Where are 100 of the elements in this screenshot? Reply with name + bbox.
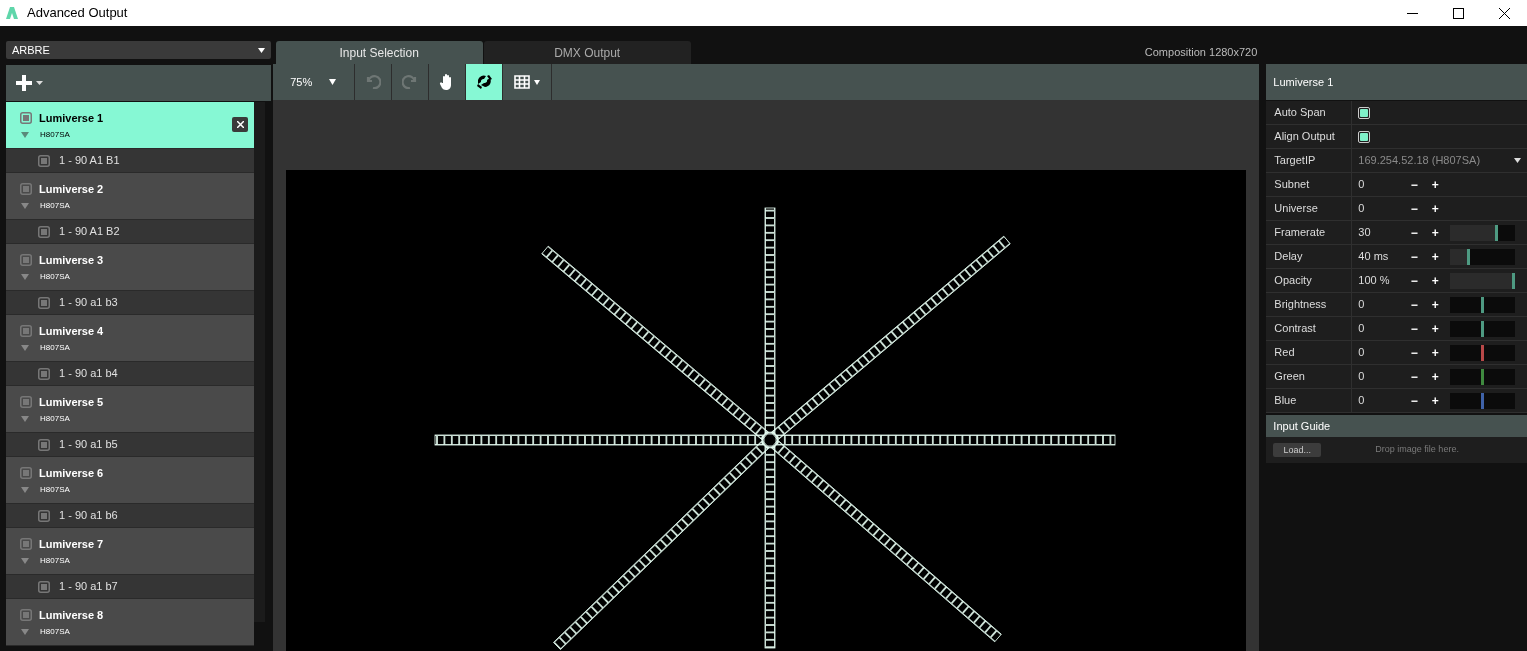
decrement-button[interactable]: − xyxy=(1408,343,1421,362)
increment-button[interactable]: + xyxy=(1429,367,1442,386)
output-item[interactable]: 1 - 90 A1 B1 xyxy=(6,149,254,173)
decrement-button[interactable]: − xyxy=(1408,391,1421,410)
property-value: 0 xyxy=(1358,177,1366,193)
output-item[interactable]: 1 - 90 a1 b6 xyxy=(6,504,254,528)
decrement-button[interactable]: − xyxy=(1408,223,1421,242)
property-label: Delay xyxy=(1266,245,1353,268)
output-item[interactable]: 1 - 90 a1 b3 xyxy=(6,291,254,315)
output-item[interactable]: 1 - 90 A1 B2 xyxy=(6,220,254,244)
output-item[interactable]: 1 - 90 a1 b5 xyxy=(6,433,254,457)
increment-button[interactable]: + xyxy=(1429,271,1442,290)
lumiverse-item[interactable]: Lumiverse 1 H807SA xyxy=(6,102,254,149)
expand-arrow-icon[interactable] xyxy=(21,344,29,351)
expand-arrow-icon[interactable] xyxy=(21,273,29,280)
increment-button[interactable]: + xyxy=(1429,247,1442,266)
checkbox-icon xyxy=(38,296,50,309)
lumiverse-name: Lumiverse 8 xyxy=(39,608,104,623)
undo-icon xyxy=(364,75,381,89)
increment-button[interactable]: + xyxy=(1429,391,1442,410)
preset-dropdown[interactable]: ARBRE xyxy=(6,41,271,59)
load-button[interactable]: Load... xyxy=(1273,443,1322,457)
lumiverse-item[interactable]: Lumiverse 2 H807SA xyxy=(6,173,254,220)
slider-thumb[interactable] xyxy=(1494,224,1498,241)
slider-track[interactable] xyxy=(1450,224,1516,241)
output-item[interactable]: 1 - 90 a1 b7 xyxy=(6,575,254,599)
property-label: Opacity xyxy=(1266,269,1353,292)
remove-button[interactable] xyxy=(232,117,248,132)
decrement-button[interactable]: − xyxy=(1408,295,1421,314)
slider-thumb[interactable] xyxy=(1481,344,1485,361)
decrement-button[interactable]: − xyxy=(1408,271,1421,290)
checkbox[interactable] xyxy=(1358,130,1371,143)
scrollbar[interactable] xyxy=(254,102,265,622)
tab[interactable]: DMX Output xyxy=(483,41,691,64)
expand-arrow-icon[interactable] xyxy=(21,415,29,422)
slider-track[interactable] xyxy=(1450,320,1516,337)
decrement-button[interactable]: − xyxy=(1408,175,1421,194)
increment-button[interactable]: + xyxy=(1429,295,1442,314)
increment-button[interactable]: + xyxy=(1429,175,1442,194)
checkbox-icon xyxy=(38,580,50,593)
output-item[interactable]: 1 - 90 a1 b4 xyxy=(6,362,254,386)
device-name: H807SA xyxy=(40,270,70,283)
device-name: H807SA xyxy=(40,625,70,638)
caret-icon xyxy=(1514,158,1521,163)
lumiverse-name: Lumiverse 6 xyxy=(39,466,104,481)
expand-arrow-icon[interactable] xyxy=(21,202,29,209)
expand-arrow-icon[interactable] xyxy=(21,557,29,564)
close-icon xyxy=(1498,7,1510,19)
minimize-icon xyxy=(1406,12,1418,14)
increment-button[interactable]: + xyxy=(1429,199,1442,218)
lumiverse-name: Lumiverse 1 xyxy=(39,111,104,126)
ip-dropdown[interactable]: 169.254.52.18 (H807SA) xyxy=(1358,152,1521,169)
decrement-button[interactable]: − xyxy=(1408,367,1421,386)
property-value: 0 xyxy=(1358,201,1366,217)
checkbox-icon xyxy=(38,225,50,238)
slider-thumb[interactable] xyxy=(1481,320,1485,337)
lumiverse-item[interactable]: Lumiverse 5 H807SA xyxy=(6,386,254,433)
slider-thumb[interactable] xyxy=(1481,368,1485,385)
checkbox-icon xyxy=(20,538,32,551)
slider-track[interactable] xyxy=(1450,296,1516,313)
section-title: Input Guide xyxy=(1273,418,1331,434)
slider-track[interactable] xyxy=(1450,344,1516,361)
lumiverse-name: Lumiverse 5 xyxy=(39,395,104,410)
caret-icon xyxy=(533,79,540,85)
property-value: 0 xyxy=(1358,297,1366,313)
decrement-button[interactable]: − xyxy=(1408,199,1421,218)
lumiverse-item[interactable]: Lumiverse 6 H807SA xyxy=(6,457,254,504)
magnet-button[interactable] xyxy=(465,64,503,100)
increment-button[interactable]: + xyxy=(1429,319,1442,338)
increment-button[interactable]: + xyxy=(1429,223,1442,242)
slider-thumb[interactable] xyxy=(1467,248,1471,265)
decrement-button[interactable]: − xyxy=(1408,247,1421,266)
increment-button[interactable]: + xyxy=(1429,343,1442,362)
lumiverse-item[interactable]: Lumiverse 3 H807SA xyxy=(6,244,254,291)
tab[interactable]: Input Selection xyxy=(275,41,483,64)
property-value: 40 ms xyxy=(1358,249,1390,265)
decrement-button[interactable]: − xyxy=(1408,319,1421,338)
property-value: 0 xyxy=(1358,393,1366,409)
lumiverse-item[interactable]: Lumiverse 8 H807SA xyxy=(6,599,254,646)
slider-track[interactable] xyxy=(1450,248,1516,265)
slider-track[interactable] xyxy=(1450,392,1516,409)
caret-icon xyxy=(36,81,43,85)
property-label: TargetIP xyxy=(1266,149,1353,172)
checkbox-icon xyxy=(38,367,50,380)
checkbox-icon xyxy=(38,438,50,451)
lumiverse-item[interactable]: Lumiverse 7 H807SA xyxy=(6,528,254,575)
panel-title: Lumiverse 1 xyxy=(1273,74,1334,90)
checkbox[interactable] xyxy=(1358,106,1371,119)
expand-arrow-icon[interactable] xyxy=(21,131,29,138)
slider-thumb[interactable] xyxy=(1481,296,1485,313)
expand-arrow-icon[interactable] xyxy=(21,486,29,493)
slider-track[interactable] xyxy=(1450,368,1516,385)
lumiverse-item[interactable]: Lumiverse 4 H807SA xyxy=(6,315,254,362)
device-name: H807SA xyxy=(40,341,70,354)
slider-thumb[interactable] xyxy=(1481,392,1485,409)
slider-thumb[interactable] xyxy=(1512,272,1516,289)
expand-arrow-icon[interactable] xyxy=(21,628,29,635)
add-button[interactable] xyxy=(16,75,43,91)
lumiverse-name: Lumiverse 2 xyxy=(39,182,104,197)
caret-icon xyxy=(257,47,265,53)
